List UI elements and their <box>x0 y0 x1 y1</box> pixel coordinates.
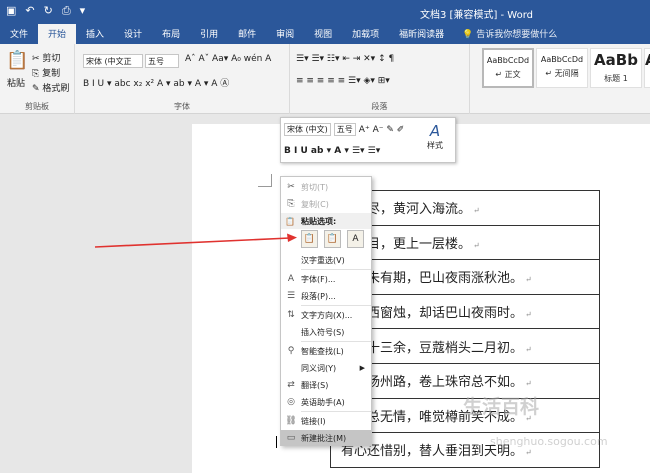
text-cursor <box>276 436 277 448</box>
annotation-arrow <box>94 233 297 248</box>
watermark-url: shenghuo.sogou.com <box>490 435 608 448</box>
watermark-text: 生活百科 <box>463 396 540 418</box>
annotation-arrow-line <box>94 237 291 248</box>
annotation-arrow-head <box>287 233 297 242</box>
